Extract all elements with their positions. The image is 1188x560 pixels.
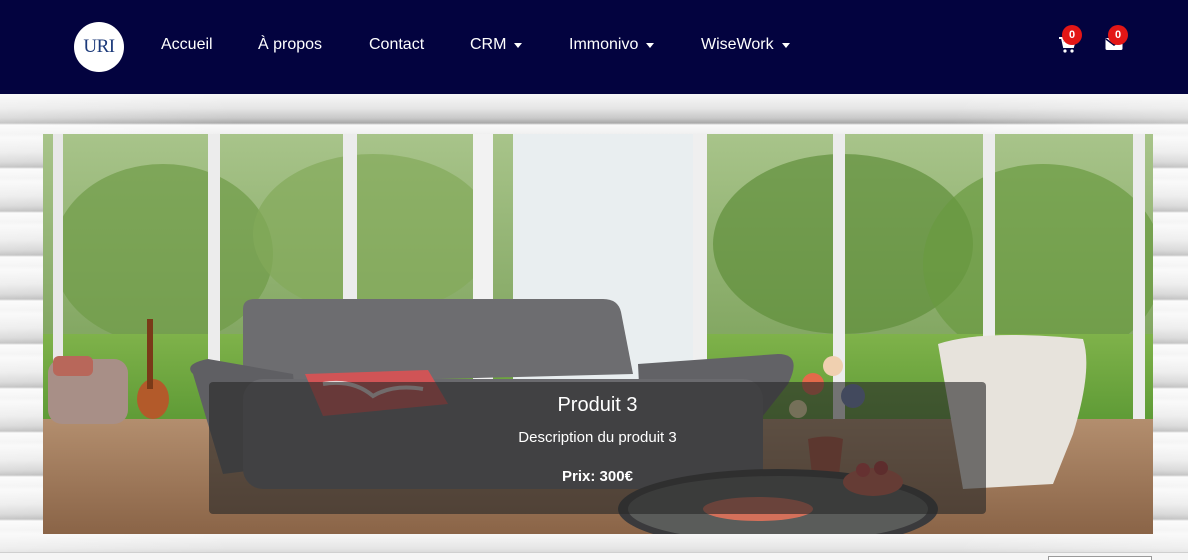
mail-count-badge: 0 [1108, 25, 1128, 45]
nav-item-label: Immonivo [569, 36, 639, 53]
caret-down-icon [781, 43, 790, 48]
nav-item-label: Contact [369, 36, 425, 53]
nav-item-label: CRM [470, 36, 507, 53]
bottom-partial-element [1048, 556, 1152, 560]
nav-item-a-propos[interactable]: À propos [258, 36, 322, 54]
slide-price: Prix: 300€ [562, 468, 633, 485]
nav-item-label: À propos [258, 36, 323, 53]
brand-logo[interactable]: URI [74, 22, 124, 72]
nav-dropdown-immonivo[interactable]: Immonivo [569, 36, 655, 54]
nav-item-label: WiseWork [701, 36, 774, 53]
mail-count: 0 [1114, 29, 1122, 41]
nav-item-label: Accueil [161, 36, 213, 53]
slide-description: Description du produit 3 [518, 429, 677, 446]
cart-count-badge: 0 [1062, 25, 1082, 45]
caret-down-icon [514, 43, 523, 48]
carousel-caption: Produit 3 Description du produit 3 Prix:… [209, 382, 986, 514]
navbar: URI Accueil À propos Contact CRM Immoniv… [0, 0, 1188, 94]
cart-count: 0 [1068, 29, 1076, 41]
caret-down-icon [646, 43, 655, 48]
logo-text: URI [83, 36, 115, 57]
bottom-divider [0, 552, 1188, 560]
nav-dropdown-crm[interactable]: CRM [470, 36, 523, 54]
nav-item-contact[interactable]: Contact [369, 36, 424, 54]
slide-title: Produit 3 [557, 394, 638, 416]
nav-dropdown-wisework[interactable]: WiseWork [701, 36, 790, 54]
product-carousel[interactable]: Produit 3 Description du produit 3 Prix:… [43, 134, 1153, 534]
nav-item-accueil[interactable]: Accueil [161, 36, 213, 54]
